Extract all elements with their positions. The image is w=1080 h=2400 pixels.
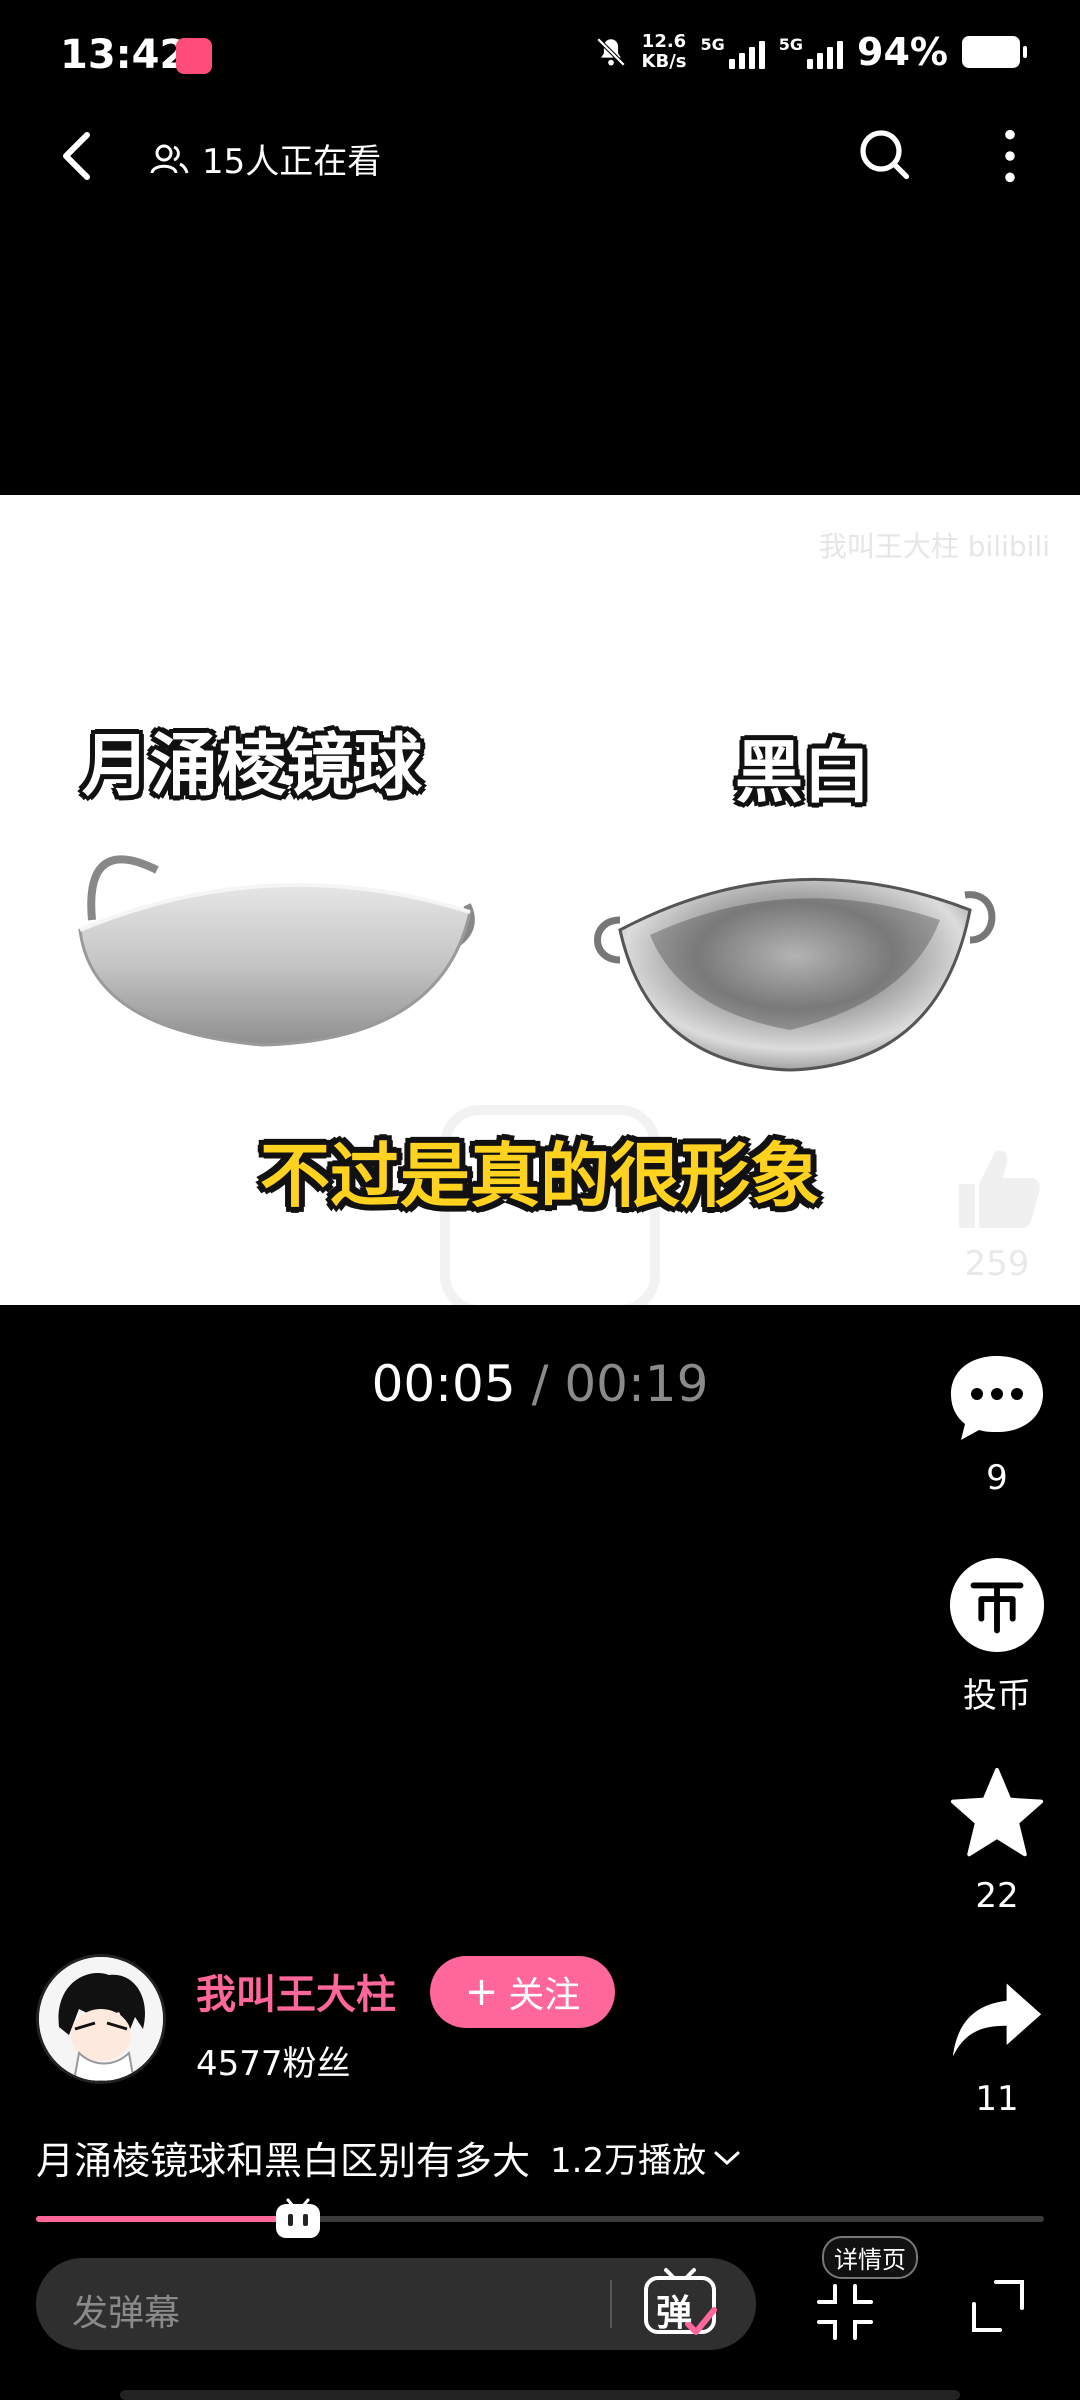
plus-icon: + <box>464 1969 499 2015</box>
coin-icon <box>949 1557 1045 1653</box>
comment-count: 9 <box>986 1458 1008 1498</box>
star-icon <box>950 1767 1044 1857</box>
status-time: 13:42 <box>60 32 188 78</box>
people-icon <box>150 144 189 174</box>
status-indicators: 12.6 KB/s 5G 5G 94% <box>594 30 1027 74</box>
progress-fill <box>36 2216 299 2222</box>
signal-1: 5G <box>701 35 765 69</box>
wok-image-left <box>78 855 475 1047</box>
coin-button[interactable]: 投币 <box>937 1556 1057 1717</box>
video-title-row[interactable]: 月涌棱镜球和黑白区别有多大 1.2万播放 <box>36 2130 742 2185</box>
mute-bell-icon <box>596 37 625 67</box>
danmaku-toggle-label: 弹 <box>656 2293 693 2334</box>
total-time: 00:19 <box>564 1355 709 1413</box>
signal-bars-icon <box>728 35 765 69</box>
follow-button[interactable]: + 关注 <box>430 1956 615 2028</box>
video-right-label: 黑白 <box>735 734 872 813</box>
fans-count: 4577粉丝 <box>196 2044 351 2084</box>
signal-bars-icon <box>807 35 844 69</box>
watching-count: 15人正在看 <box>150 134 381 183</box>
uploader-name[interactable]: 我叫王大柱 <box>196 1962 396 2020</box>
current-time: 00:05 <box>371 1355 516 1413</box>
wok-image-right <box>594 877 996 1072</box>
avatar-illustration <box>39 1957 163 2081</box>
progress-handle-icon[interactable] <box>274 2198 322 2240</box>
video-left-label: 月涌棱镜球 <box>82 727 423 806</box>
follow-label: 关注 <box>508 1975 581 2016</box>
home-indicator <box>120 2390 960 2400</box>
comment-bubble-icon <box>951 1356 1043 1440</box>
thumb-up-icon <box>959 1150 1040 1228</box>
detail-page-badge[interactable]: 详情页 <box>822 2236 918 2279</box>
like-count: 259 <box>964 1244 1030 1284</box>
time-separator: / <box>531 1355 549 1413</box>
danmaku-placeholder: 发弹幕 <box>72 2293 181 2334</box>
danmaku-divider <box>610 2280 612 2328</box>
video-watermark: 我叫王大柱 bilibili <box>818 530 1050 563</box>
battery-icon <box>962 36 1027 68</box>
danmaku-toggle-button[interactable]: 弹 <box>640 2262 720 2342</box>
share-count: 11 <box>975 2079 1019 2119</box>
net-speed: 12.6 KB/s <box>641 31 687 72</box>
progress-bar[interactable] <box>36 2216 1044 2222</box>
back-arrow-icon[interactable] <box>48 126 108 186</box>
avatar[interactable] <box>36 1954 166 2084</box>
signal-2: 5G <box>779 35 844 69</box>
playback-time: 00:05 / 00:19 <box>0 1355 1080 1413</box>
video-player[interactable]: 我叫王大柱 bilibili 月涌棱镜球 黑白 不过是真的很形象 <box>0 495 1080 1305</box>
fullscreen-icon[interactable] <box>968 2276 1028 2336</box>
battery-percent: 94% <box>857 30 948 74</box>
app-notification-icon <box>176 38 212 74</box>
like-button[interactable]: 259 <box>937 1140 1057 1284</box>
coin-label: 投币 <box>963 1676 1031 1716</box>
search-icon[interactable] <box>854 124 914 184</box>
comment-button[interactable]: 9 <box>937 1352 1057 1498</box>
video-subtitle: 不过是真的很形象 <box>260 1135 820 1217</box>
exit-fullscreen-icon[interactable] <box>815 2282 875 2342</box>
play-count: 1.2万播放 <box>550 2133 742 2182</box>
favorite-button[interactable]: 22 <box>937 1766 1057 1916</box>
favorite-count: 22 <box>975 1876 1019 1916</box>
share-button[interactable]: 11 <box>937 1975 1057 2119</box>
share-arrow-icon <box>952 1983 1042 2057</box>
chevron-down-icon <box>714 2151 740 2165</box>
video-title: 月涌棱镜球和黑白区别有多大 <box>36 2139 531 2183</box>
more-options-icon[interactable] <box>980 124 1040 188</box>
